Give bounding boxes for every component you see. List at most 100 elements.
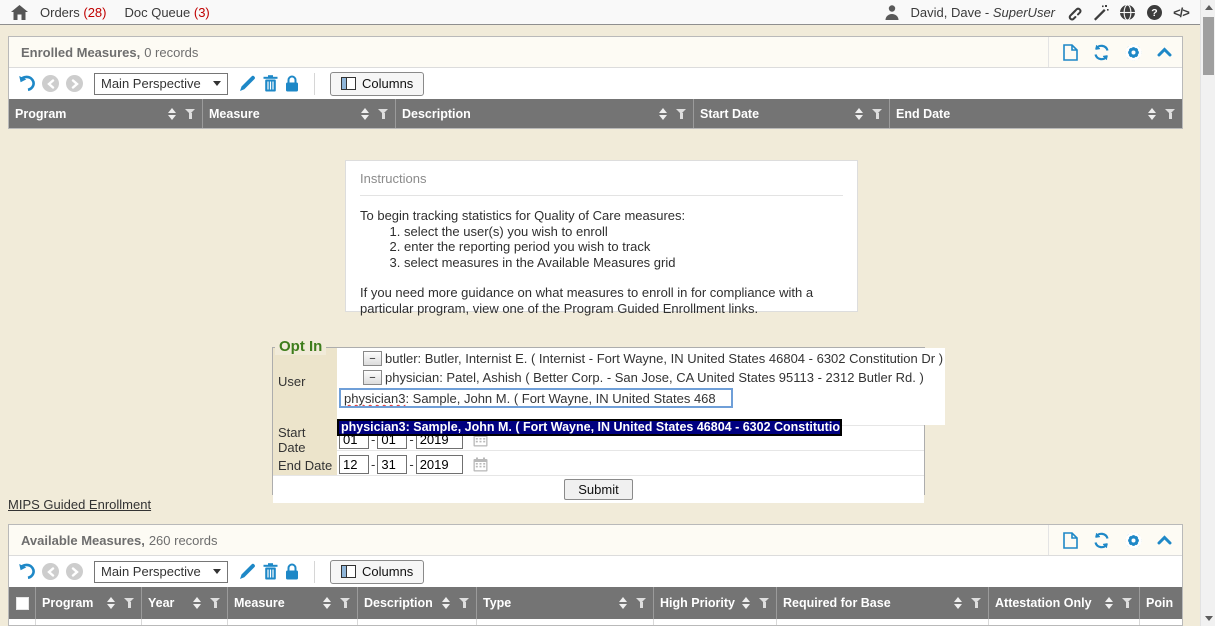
submit-button[interactable]: Submit — [564, 479, 632, 500]
nav-orders[interactable]: Orders (28) — [40, 5, 106, 20]
sort-icon[interactable] — [855, 108, 863, 120]
sort-icon[interactable] — [742, 597, 750, 609]
wand-icon[interactable] — [1091, 3, 1109, 21]
column-header-program: Program — [36, 587, 142, 619]
filter-icon[interactable] — [340, 598, 351, 608]
next-perspective-icon[interactable] — [66, 75, 83, 92]
lock-perspective-icon[interactable] — [285, 563, 299, 580]
refresh-icon[interactable] — [1093, 44, 1110, 61]
filter-icon[interactable] — [971, 598, 982, 608]
filter-icon[interactable] — [459, 598, 470, 608]
new-document-icon[interactable] — [1063, 44, 1078, 61]
nav-doc-queue-count: (3) — [194, 5, 210, 20]
refresh-icon[interactable] — [1093, 532, 1110, 549]
perspective-select[interactable]: Main Perspective — [94, 73, 228, 95]
selected-user-text: physician: Patel, Ashish ( Better Corp. … — [385, 370, 924, 385]
enrolled-grid-header: Program Measure Description Start Date E… — [9, 99, 1182, 128]
column-header-end-date: End Date — [890, 99, 1182, 128]
sort-icon[interactable] — [1105, 597, 1113, 609]
chevron-down-icon — [213, 569, 221, 574]
undo-icon[interactable] — [17, 75, 35, 92]
filter-icon[interactable] — [124, 598, 135, 608]
columns-icon — [341, 565, 356, 578]
vertical-scrollbar[interactable] — [1200, 0, 1215, 626]
home-icon[interactable] — [10, 3, 28, 21]
scrollbar-thumb[interactable] — [1203, 17, 1214, 75]
user-role: SuperUser — [993, 5, 1055, 20]
instructions-step: select measures in the Available Measure… — [404, 255, 843, 271]
filter-icon[interactable] — [872, 109, 883, 119]
lock-perspective-icon[interactable] — [285, 75, 299, 92]
enrolled-panel-title: Enrolled Measures, — [21, 45, 140, 60]
sort-icon[interactable] — [323, 597, 331, 609]
sort-icon[interactable] — [107, 597, 115, 609]
column-header-measure: Measure — [228, 587, 358, 619]
prev-perspective-icon[interactable] — [42, 563, 59, 580]
delete-perspective-icon[interactable] — [263, 75, 278, 92]
perspective-select[interactable]: Main Perspective — [94, 561, 228, 583]
available-panel-records: 260 records — [149, 533, 218, 548]
filter-icon[interactable] — [210, 598, 221, 608]
gear-icon[interactable] — [1125, 532, 1142, 549]
filter-icon[interactable] — [1165, 109, 1176, 119]
filter-icon[interactable] — [759, 598, 770, 608]
user-field-label: User — [273, 348, 337, 425]
link-icon[interactable] — [1064, 3, 1082, 21]
column-header-type: Type — [477, 587, 654, 619]
sort-icon[interactable] — [168, 108, 176, 120]
instructions-intro: To begin tracking statistics for Quality… — [360, 208, 843, 224]
svg-text:?: ? — [1151, 7, 1157, 19]
sort-icon[interactable] — [1148, 108, 1156, 120]
user-search-input[interactable]: physician3: Sample, John M. ( Fort Wayne… — [339, 388, 733, 408]
page: Orders (28) Doc Queue (3) David, Dave - … — [0, 0, 1215, 626]
new-document-icon[interactable] — [1063, 532, 1078, 549]
sort-icon[interactable] — [193, 597, 201, 609]
filter-icon[interactable] — [676, 109, 687, 119]
autocomplete-suggestion[interactable]: physician3: Sample, John M. ( Fort Wayne… — [337, 419, 842, 436]
filter-icon[interactable] — [1122, 598, 1133, 608]
calendar-icon[interactable] — [473, 457, 488, 472]
globe-icon[interactable] — [1118, 3, 1136, 21]
filter-icon[interactable] — [378, 109, 389, 119]
sort-icon[interactable] — [442, 597, 450, 609]
delete-perspective-icon[interactable] — [263, 563, 278, 580]
selected-user-text: butler: Butler, Internist E. ( Internist… — [385, 351, 943, 366]
sort-icon[interactable] — [361, 108, 369, 120]
columns-button[interactable]: Columns — [330, 560, 424, 584]
next-perspective-icon[interactable] — [66, 563, 83, 580]
end-date-day-input[interactable] — [377, 455, 407, 474]
gear-icon[interactable] — [1125, 44, 1142, 61]
opt-in-legend: Opt In — [275, 338, 326, 355]
select-all-checkbox[interactable] — [16, 597, 29, 610]
sort-icon[interactable] — [659, 108, 667, 120]
collapse-panel-icon[interactable] — [1157, 535, 1172, 545]
end-date-label: End Date — [273, 452, 337, 475]
end-date-month-input[interactable] — [339, 455, 369, 474]
scroll-down-icon[interactable] — [1201, 611, 1215, 626]
edit-perspective-icon[interactable] — [239, 75, 256, 92]
edit-perspective-icon[interactable] — [239, 563, 256, 580]
column-header-required-for-base: Required for Base — [777, 587, 989, 619]
undo-icon[interactable] — [17, 563, 35, 580]
mips-guided-enrollment-link[interactable]: MIPS Guided Enrollment — [8, 497, 151, 512]
columns-button[interactable]: Columns — [330, 72, 424, 96]
nav-doc-queue[interactable]: Doc Queue (3) — [124, 5, 209, 20]
remove-user-button[interactable]: − — [363, 351, 382, 366]
scroll-up-icon[interactable] — [1201, 0, 1215, 15]
end-date-year-input[interactable] — [416, 455, 463, 474]
collapse-panel-icon[interactable] — [1157, 47, 1172, 57]
column-header-points: Poin — [1140, 587, 1182, 619]
sort-icon[interactable] — [619, 597, 627, 609]
code-icon[interactable]: </> — [1172, 3, 1190, 21]
column-header-program: Program — [9, 99, 203, 128]
prev-perspective-icon[interactable] — [42, 75, 59, 92]
column-header-measure: Measure — [203, 99, 396, 128]
top-bar: Orders (28) Doc Queue (3) David, Dave - … — [0, 0, 1200, 25]
remove-user-button[interactable]: − — [363, 370, 382, 385]
help-icon[interactable]: ? — [1145, 3, 1163, 21]
columns-button-label: Columns — [362, 76, 413, 91]
partial-table-row — [9, 619, 1182, 625]
filter-icon[interactable] — [185, 109, 196, 119]
filter-icon[interactable] — [636, 598, 647, 608]
sort-icon[interactable] — [954, 597, 962, 609]
